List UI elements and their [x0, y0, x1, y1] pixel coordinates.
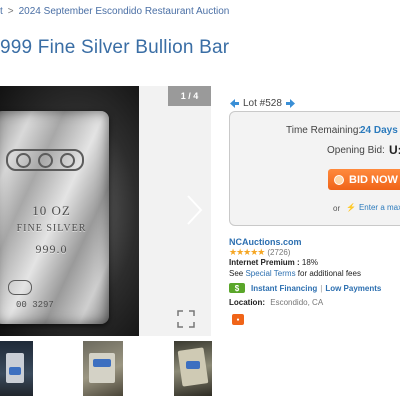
location-line: Location: Escondido, CA	[229, 298, 323, 307]
lot-detail-page: t > 2024 September Escondido Restaurant …	[0, 0, 400, 400]
lot-number: Lot #528	[243, 98, 282, 109]
location-value: Escondido, CA	[270, 298, 324, 307]
bid-now-button[interactable]: BID NOW	[328, 169, 400, 190]
main-photo[interactable]: 10 OZ FINE SILVER 999.0 00 3297	[0, 86, 139, 336]
internet-premium-value: 18%	[301, 258, 318, 267]
time-remaining-label: Time Remaining:	[286, 125, 362, 136]
breadcrumb: t > 2024 September Escondido Restaurant …	[0, 6, 229, 17]
bar-stamp	[8, 280, 32, 295]
seller-rating: ★★★★★ (2726)	[229, 247, 290, 258]
terms-suffix: for additional fees	[297, 269, 361, 278]
max-bid-link[interactable]: ⚡ Enter a maxim	[346, 203, 400, 212]
seller-link[interactable]: NCAuctions.com	[229, 237, 302, 247]
bar-engraving-fine-silver: FINE SILVER	[16, 223, 87, 234]
bar-engraving-weight: 10 OZ	[32, 203, 71, 218]
thumbnail-3[interactable]	[174, 341, 212, 396]
expand-icon[interactable]	[177, 310, 195, 328]
page-title: 999 Fine Silver Bullion Bar	[0, 37, 230, 58]
special-terms-line: See Special Terms for additional fees	[229, 269, 361, 278]
lightning-icon: ⚡	[346, 203, 356, 212]
bid-now-label: BID NOW	[349, 173, 398, 186]
opening-bid-label: Opening Bid:	[327, 145, 385, 156]
internet-premium: Internet Premium : 18%	[229, 258, 318, 267]
financing-separator: |	[320, 283, 323, 293]
thumbnail-2[interactable]	[83, 341, 123, 396]
time-remaining-value: 24 Days 8	[360, 125, 400, 136]
bar-engraving-purity: 999.0	[35, 242, 68, 256]
badge-icon: ●	[232, 314, 244, 325]
thumbnail-1[interactable]	[0, 341, 33, 396]
rating-stars-icon: ★★★★★	[229, 247, 265, 257]
financing-line: $ Instant Financing | Low Payments	[229, 283, 381, 293]
opening-bid-value: U:	[389, 143, 400, 157]
silver-bar-image: 10 OZ FINE SILVER 999.0 00 3297	[0, 111, 109, 324]
internet-premium-label: Internet Premium :	[229, 258, 300, 267]
previous-lot-arrow-icon[interactable]	[230, 99, 239, 108]
breadcrumb-separator: >	[7, 6, 14, 17]
lot-navigation: Lot #528	[230, 98, 295, 109]
or-text: or	[333, 204, 341, 213]
breadcrumb-previous-link[interactable]: t	[0, 6, 3, 17]
image-counter: 1 / 4	[168, 86, 211, 106]
instant-financing-link[interactable]: Instant Financing	[251, 284, 317, 293]
bid-coin-icon	[334, 174, 344, 185]
max-bid-link-label: Enter a maxim	[358, 203, 400, 212]
low-payments-link[interactable]: Low Payments	[325, 284, 381, 293]
location-label: Location:	[229, 298, 265, 307]
terms-prefix: See	[229, 269, 244, 278]
bid-box: Time Remaining: 24 Days 8 Opening Bid: U…	[229, 111, 400, 226]
bar-logo	[6, 149, 84, 171]
chevron-right-icon[interactable]	[184, 193, 204, 227]
rating-count[interactable]: (2726)	[267, 248, 290, 257]
bar-engraving-serial: 00 3297	[16, 300, 54, 310]
special-terms-link[interactable]: Special Terms	[245, 269, 295, 278]
image-gallery: 10 OZ FINE SILVER 999.0 00 3297 1 / 4	[0, 86, 211, 336]
next-lot-arrow-icon[interactable]	[285, 99, 295, 108]
thumbnail-strip	[0, 341, 400, 397]
breadcrumb-auction-link[interactable]: 2024 September Escondido Restaurant Auct…	[19, 6, 230, 17]
money-icon: $	[229, 283, 245, 293]
